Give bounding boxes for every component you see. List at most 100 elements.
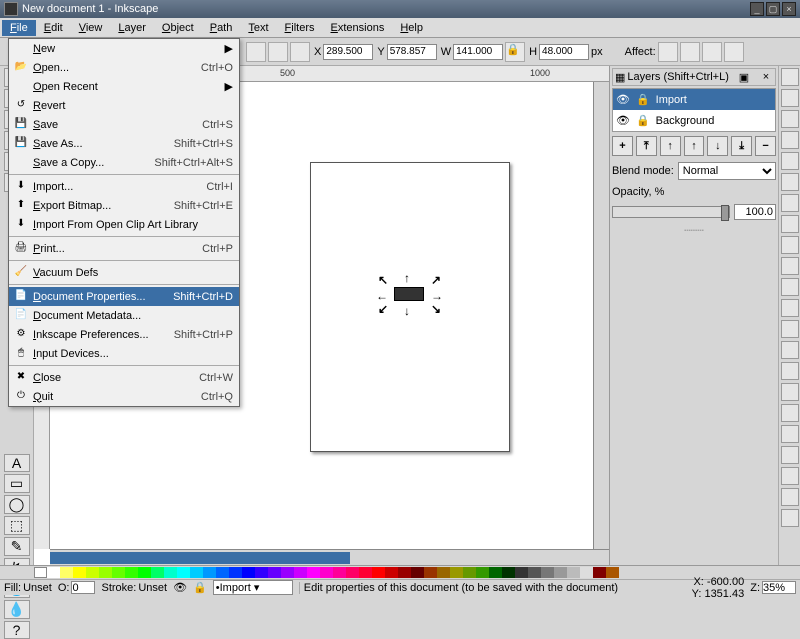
layer-row-import[interactable]: 👁🔒Import: [613, 89, 775, 110]
swatch[interactable]: [554, 567, 567, 578]
swatch[interactable]: [60, 567, 73, 578]
layer-btn-5[interactable]: ⤓: [731, 136, 752, 156]
cmd-1[interactable]: [781, 89, 799, 107]
cmd-3[interactable]: [781, 131, 799, 149]
eye-icon[interactable]: 👁: [173, 581, 187, 594]
opacity-input[interactable]: [734, 204, 776, 220]
swatch[interactable]: [86, 567, 99, 578]
cmd-6[interactable]: [781, 194, 799, 212]
swatch[interactable]: [177, 567, 190, 578]
panel-grip[interactable]: ┄┄┄: [612, 224, 776, 237]
swatch[interactable]: [476, 567, 489, 578]
swatch[interactable]: [528, 567, 541, 578]
swatch-none[interactable]: [34, 567, 47, 578]
o-input[interactable]: [71, 581, 95, 594]
cmd-5[interactable]: [781, 173, 799, 191]
menu-edit[interactable]: Edit: [36, 20, 71, 36]
menu-item-export-bitmap[interactable]: ⬆Export Bitmap...Shift+Ctrl+E: [9, 196, 239, 215]
cmd-20[interactable]: [781, 488, 799, 506]
lock-icon[interactable]: 🔒: [636, 114, 650, 127]
fill-value[interactable]: Unset: [23, 582, 52, 594]
tool-opt-2[interactable]: [268, 42, 288, 62]
menu-item-import[interactable]: ⬇Import...Ctrl+I: [9, 177, 239, 196]
cmd-8[interactable]: [781, 236, 799, 254]
h-input[interactable]: [539, 44, 589, 60]
tool-b8[interactable]: ?: [4, 621, 30, 639]
menu-item-open-recent[interactable]: Open Recent▶: [9, 77, 239, 96]
cmd-14[interactable]: [781, 362, 799, 380]
lock-icon[interactable]: 🔒: [636, 93, 650, 106]
menu-item-print[interactable]: 🖨Print...Ctrl+P: [9, 239, 239, 258]
layer-btn-1[interactable]: ⤒: [636, 136, 657, 156]
menu-item-inkscape-preferences[interactable]: ⚙Inkscape Preferences...Shift+Ctrl+P: [9, 325, 239, 344]
swatch[interactable]: [502, 567, 515, 578]
swatch[interactable]: [190, 567, 203, 578]
layer-btn-2[interactable]: ↑: [660, 136, 681, 156]
swatch[interactable]: [489, 567, 502, 578]
menu-view[interactable]: View: [71, 20, 111, 36]
lock-button[interactable]: 🔒: [505, 42, 525, 62]
menu-item-quit[interactable]: ⏻QuitCtrl+Q: [9, 387, 239, 406]
swatch[interactable]: [424, 567, 437, 578]
swatch[interactable]: [255, 567, 268, 578]
menu-item-open[interactable]: 📂Open...Ctrl+O: [9, 58, 239, 77]
swatch[interactable]: [164, 567, 177, 578]
swatch[interactable]: [47, 567, 60, 578]
swatch[interactable]: [125, 567, 138, 578]
cmd-2[interactable]: [781, 110, 799, 128]
swatch[interactable]: [606, 567, 619, 578]
menu-text[interactable]: Text: [240, 20, 276, 36]
swatch[interactable]: [541, 567, 554, 578]
menu-object[interactable]: Object: [154, 20, 202, 36]
cmd-19[interactable]: [781, 467, 799, 485]
cmd-21[interactable]: [781, 509, 799, 527]
menu-help[interactable]: Help: [392, 20, 431, 36]
cmd-11[interactable]: [781, 299, 799, 317]
scrollbar-vertical[interactable]: [593, 82, 609, 549]
affect-4[interactable]: [724, 42, 744, 62]
layer-combo[interactable]: •Import ▾: [213, 580, 293, 595]
swatch[interactable]: [515, 567, 528, 578]
close-button[interactable]: ×: [782, 2, 796, 16]
zoom-input[interactable]: [762, 581, 796, 594]
swatch[interactable]: [450, 567, 463, 578]
cmd-12[interactable]: [781, 320, 799, 338]
cmd-7[interactable]: [781, 215, 799, 233]
swatch[interactable]: [294, 567, 307, 578]
cmd-0[interactable]: [781, 68, 799, 86]
affect-2[interactable]: [680, 42, 700, 62]
affect-3[interactable]: [702, 42, 722, 62]
swatch[interactable]: [151, 567, 164, 578]
menu-item-document-properties[interactable]: 📄Document Properties...Shift+Ctrl+D: [9, 287, 239, 306]
blend-select[interactable]: Normal: [678, 162, 776, 180]
swatch[interactable]: [112, 567, 125, 578]
swatch[interactable]: [437, 567, 450, 578]
tool-b4[interactable]: ✎: [4, 537, 30, 556]
y-input[interactable]: [387, 44, 437, 60]
swatch[interactable]: [281, 567, 294, 578]
menu-item-save-as[interactable]: 💾Save As...Shift+Ctrl+S: [9, 134, 239, 153]
swatch[interactable]: [229, 567, 242, 578]
swatch[interactable]: [73, 567, 86, 578]
menu-item-import-from-open-clip-art-library[interactable]: ⬇Import From Open Clip Art Library: [9, 215, 239, 234]
menu-filters[interactable]: Filters: [277, 20, 323, 36]
layer-btn-6[interactable]: −: [755, 136, 776, 156]
selected-object[interactable]: ↖↑↗ ←→ ↙↓↘: [382, 277, 437, 312]
swatch[interactable]: [359, 567, 372, 578]
swatch[interactable]: [580, 567, 593, 578]
swatch[interactable]: [333, 567, 346, 578]
swatch[interactable]: [216, 567, 229, 578]
tool-b3[interactable]: ⬚: [4, 516, 30, 535]
layers-close-icon[interactable]: ×: [759, 71, 773, 83]
menu-extensions[interactable]: Extensions: [323, 20, 393, 36]
cmd-13[interactable]: [781, 341, 799, 359]
menu-item-new[interactable]: New▶: [9, 39, 239, 58]
tool-b0[interactable]: A: [4, 454, 30, 472]
swatch[interactable]: [385, 567, 398, 578]
maximize-button[interactable]: ▢: [766, 2, 780, 16]
menu-item-revert[interactable]: ↺Revert: [9, 96, 239, 115]
layers-undock-icon[interactable]: ▣: [737, 71, 751, 84]
menu-item-close[interactable]: ✖CloseCtrl+W: [9, 368, 239, 387]
scrollbar-horizontal[interactable]: [50, 549, 609, 565]
swatch[interactable]: [346, 567, 359, 578]
